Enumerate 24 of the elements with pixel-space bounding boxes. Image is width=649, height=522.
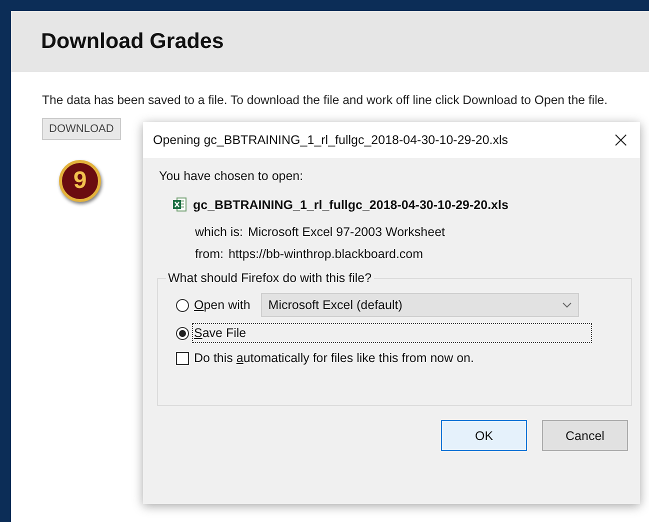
which-is-label: which is:: [195, 225, 243, 239]
radio-button[interactable]: [176, 298, 189, 312]
option-label[interactable]: Open with: [192, 295, 252, 315]
group-title: What should Firefox do with this file?: [167, 271, 373, 285]
checkbox[interactable]: [176, 352, 189, 364]
from-label: from:: [195, 247, 224, 261]
file-name: gc_BBTRAINING_1_rl_fullgc_2018-04-30-10-29-20.xls: [193, 198, 508, 212]
page-title: Download Grades: [41, 29, 224, 54]
option-label[interactable]: Save File: [192, 323, 592, 343]
intro-text: You have chosen to open:: [159, 169, 304, 183]
application-dropdown[interactable]: Microsoft Excel (default): [261, 293, 580, 317]
cancel-button[interactable]: Cancel: [542, 420, 628, 451]
step-badge: 9: [59, 160, 101, 202]
chevron-down-icon: [562, 302, 572, 308]
checkbox-label[interactable]: Do this automatically for files like this from now on.: [194, 351, 474, 365]
ok-button[interactable]: OK: [441, 420, 527, 451]
source-url: https://bb-winthrop.blackboard.com: [228, 247, 424, 261]
radio-button[interactable]: [176, 326, 189, 340]
file-type: Microsoft Excel 97-2003 Worksheet: [248, 225, 446, 239]
close-button[interactable]: ×: [602, 128, 640, 152]
dialog-title: Opening gc_BBTRAINING_1_rl_fullgc_2018-04-30-10-29-20.xls: [153, 133, 508, 147]
info-message: The data has been saved to a file. To download the file and work off line click Download to Open the file.: [42, 93, 609, 107]
spreadsheet-file-icon: [172, 197, 187, 212]
download-button[interactable]: DOWNLOAD: [42, 118, 121, 140]
